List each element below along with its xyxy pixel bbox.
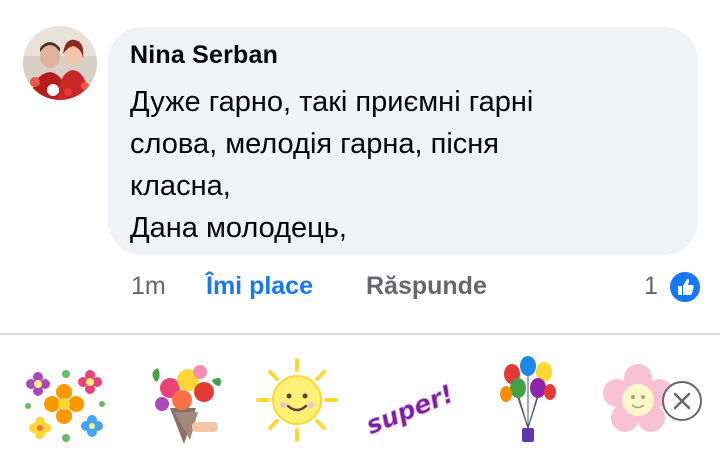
sun-sticker[interactable] — [252, 352, 342, 448]
flowers-sticker[interactable] — [18, 352, 108, 448]
super-sticker[interactable]: super! — [362, 352, 458, 448]
like-button[interactable]: Îmi place — [206, 268, 313, 304]
bouquet-sticker[interactable] — [140, 352, 230, 448]
thumbs-up-icon[interactable] — [668, 270, 702, 304]
super-sticker-text: super! — [364, 379, 454, 440]
avatar-photo — [23, 26, 97, 100]
avatar[interactable] — [23, 26, 97, 100]
reply-button[interactable]: Răspunde — [366, 268, 487, 304]
comment-bubble: Nina Serban Дуже гарно, такі приємні гар… — [108, 27, 698, 255]
divider — [0, 333, 720, 335]
comment-line: Дуже гарно, такі приємні гарні — [130, 86, 534, 118]
comment-timestamp[interactable]: 1m — [131, 268, 166, 304]
comment-line: Дана молодець, — [130, 212, 347, 244]
close-icon[interactable] — [662, 381, 702, 421]
comment-line: слова, мелодія гарна, пісня — [130, 128, 499, 160]
balloons-sticker[interactable] — [488, 352, 578, 448]
comment-text: Дуже гарно, такі приємні гарні слова, ме… — [130, 81, 670, 249]
comment-author[interactable]: Nina Serban — [130, 41, 278, 70]
comment-line: класна, — [130, 170, 231, 202]
reaction-count[interactable]: 1 — [644, 268, 658, 304]
